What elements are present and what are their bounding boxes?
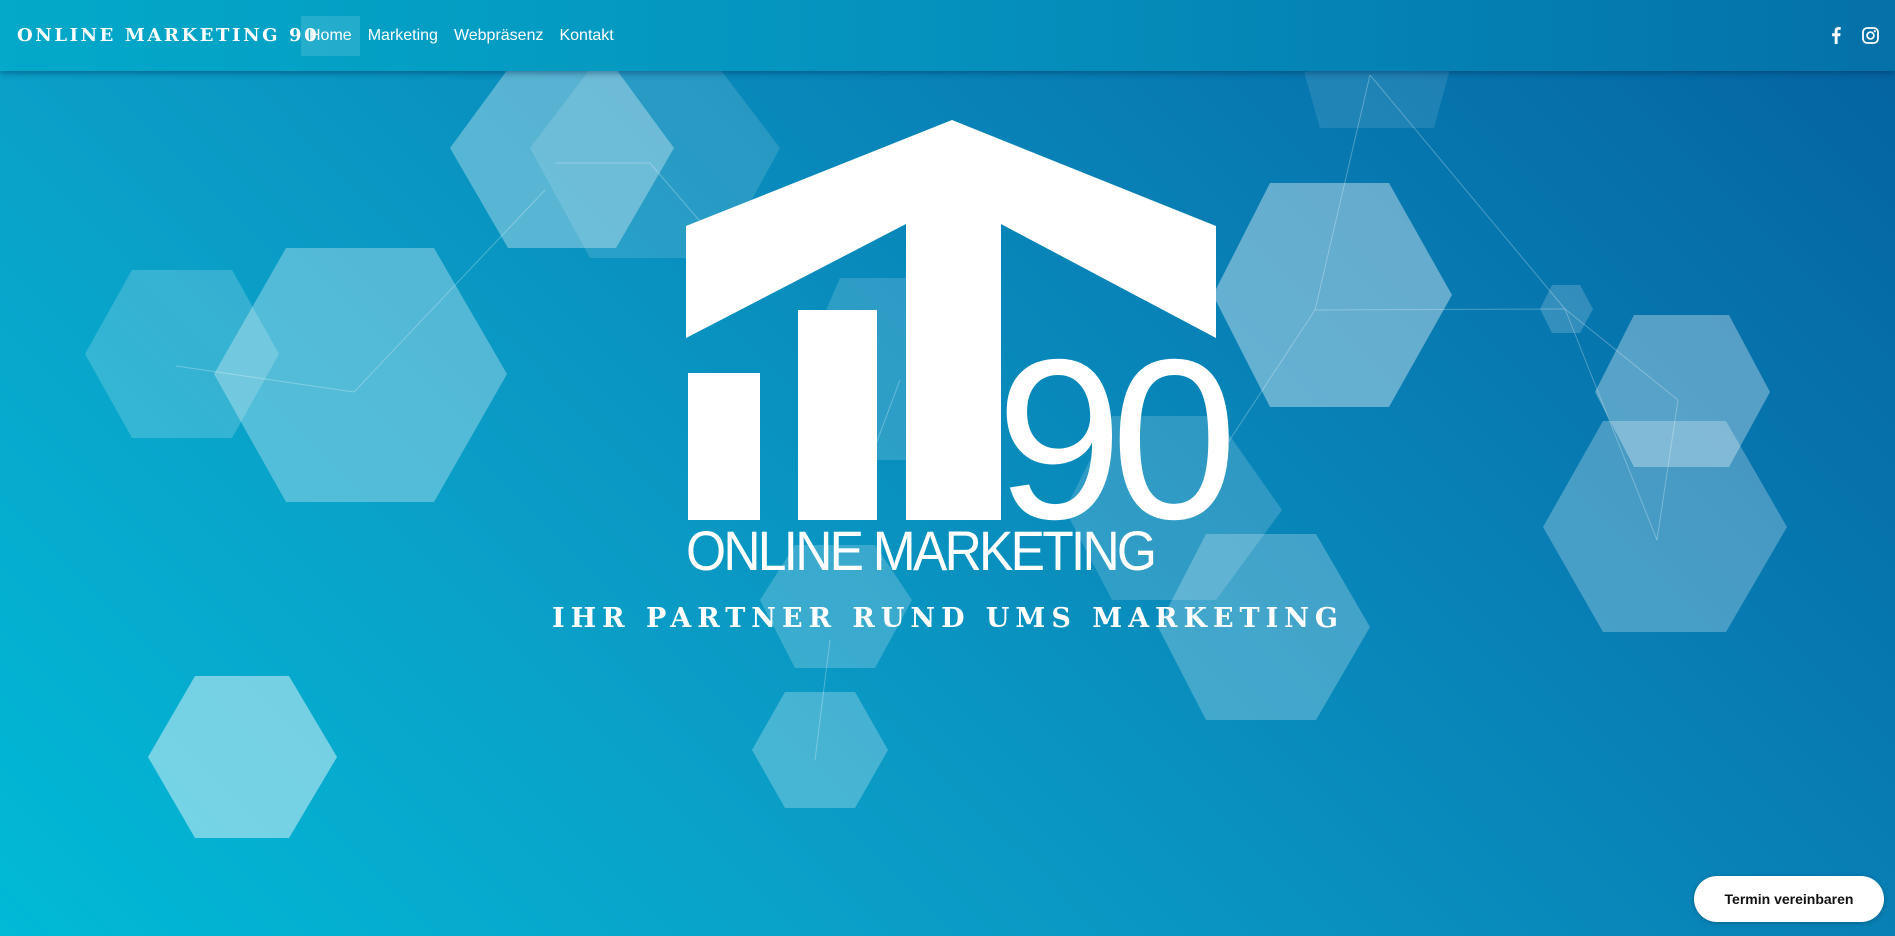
nav-item-home[interactable]: Home <box>301 16 360 56</box>
site-brand[interactable]: ONLINE MARKETING 90 <box>17 25 319 47</box>
hexagon-shape <box>214 248 507 502</box>
hexagon-shape <box>1213 183 1452 407</box>
logo-subtitle: ONLINE MARKETING <box>686 519 1157 582</box>
nav-item-webpraesenz[interactable]: Webpräsenz <box>446 16 552 56</box>
social-links <box>1813 24 1881 46</box>
page: ONLINE MARKETING 90 Home Marketing Webpr… <box>0 0 1895 936</box>
hexagon-shape <box>1304 69 1450 128</box>
top-navbar: ONLINE MARKETING 90 Home Marketing Webpr… <box>0 0 1895 71</box>
hexagon-shape <box>148 676 337 838</box>
instagram-icon[interactable] <box>1859 24 1881 46</box>
hero-logo: 90 ONLINE MARKETING <box>686 118 1238 579</box>
facebook-icon[interactable] <box>1825 24 1847 46</box>
hero-tagline: IHR PARTNER RUND UMS MARKETING <box>551 603 1344 634</box>
main-nav: Home Marketing Webpräsenz Kontakt <box>301 16 622 56</box>
hexagon-shape <box>752 692 888 808</box>
logo-bar-tall <box>798 310 877 520</box>
hexagon-shape <box>1543 421 1787 632</box>
logo-bar-short <box>688 373 760 520</box>
nav-item-kontakt[interactable]: Kontakt <box>551 16 621 56</box>
nav-item-marketing[interactable]: Marketing <box>360 16 446 56</box>
book-appointment-button[interactable]: Termin vereinbaren <box>1694 876 1884 922</box>
